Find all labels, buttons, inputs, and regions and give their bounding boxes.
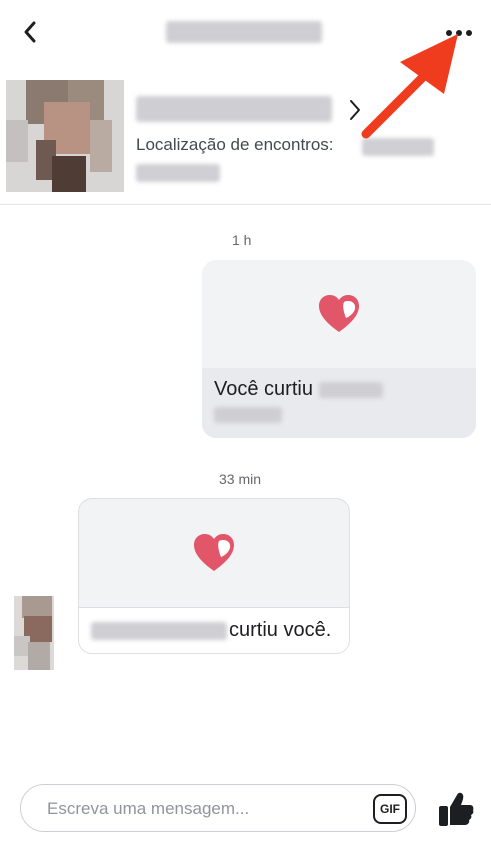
back-button[interactable] <box>14 16 46 48</box>
heart-icon <box>319 295 359 332</box>
sent-like-message[interactable]: Você curtiu <box>202 260 476 438</box>
message-composer: GIF <box>20 784 416 832</box>
like-card-media <box>79 499 349 607</box>
thumbs-up-button[interactable] <box>436 789 476 829</box>
annotation-arrow-icon <box>361 34 458 139</box>
thumbs-up-icon <box>439 792 474 826</box>
message-input[interactable] <box>47 796 367 822</box>
received-like-message[interactable]: curtiu você. <box>78 498 350 654</box>
gif-button[interactable]: GIF <box>373 794 407 824</box>
location-value-redacted-continued <box>136 164 220 182</box>
received-like-text: curtiu você. <box>79 607 349 653</box>
liked-name-redacted-continued <box>214 407 282 423</box>
profile-avatar[interactable] <box>6 80 124 192</box>
conversation-title-redacted <box>166 21 322 43</box>
heart-icon <box>194 534 234 571</box>
header-divider <box>0 204 491 205</box>
sender-avatar[interactable] <box>14 596 54 670</box>
received-like-label: curtiu você. <box>229 619 332 641</box>
back-arrow-icon <box>24 21 36 43</box>
message-timestamp: 1 h <box>232 232 252 248</box>
sent-like-label: Você curtiu <box>214 378 313 400</box>
liked-name-redacted <box>318 381 383 398</box>
meeting-location-label: Localização de encontros: <box>136 135 334 154</box>
sent-like-text: Você curtiu <box>202 368 476 438</box>
message-timestamp: 33 min <box>219 471 262 487</box>
profile-name-redacted <box>136 96 332 122</box>
sender-name-redacted <box>91 621 227 640</box>
like-card-media <box>202 260 476 368</box>
